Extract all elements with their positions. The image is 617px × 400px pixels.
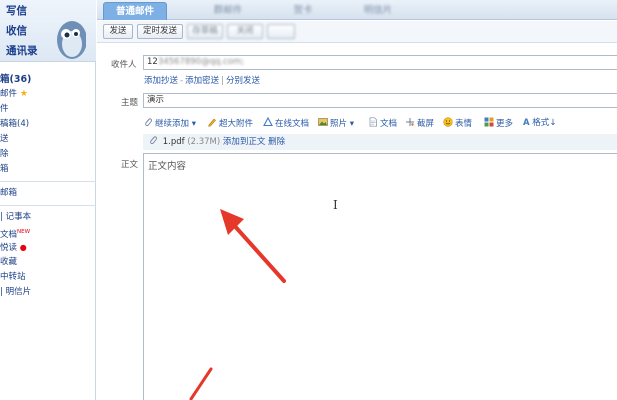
tab-greeting-card[interactable]: 贺卡 (283, 2, 323, 20)
text-cursor-icon: I (333, 198, 338, 212)
new-badge: NEW (17, 229, 31, 235)
more-button[interactable] (267, 24, 295, 39)
red-arrow-annotation (220, 209, 286, 283)
delete-attachment-link[interactable]: 删除 (268, 137, 285, 147)
editor-toolbar: 继续添加 ▾ 超大附件 在线文档 照片 ▾ 文档 截屏 表情 更多 A 格式↓ (143, 115, 617, 131)
tool-postcard[interactable]: | 明信片 (0, 285, 96, 300)
close-button[interactable]: 关闭 (227, 24, 263, 39)
contacts-link[interactable]: 通讯录 (6, 43, 38, 58)
attachment-row: 1.pdf (2.37M) 添加到正文 删除 (143, 134, 617, 150)
tool-favorites[interactable]: 收藏 (0, 255, 96, 270)
tool-documents[interactable]: 文档NEW (0, 225, 96, 240)
attachment-size: (2.37M) (187, 137, 221, 147)
tab-postcard[interactable]: 明信片 (353, 2, 403, 20)
emoji-button[interactable]: 表情 (443, 117, 472, 129)
compose-panel: 普通邮件 群邮件 贺卡 明信片 发送 定时发送 存草稿 关闭 收件人 12345… (97, 0, 617, 400)
folder-spam[interactable]: 箱 (0, 162, 96, 177)
scissors-icon (406, 118, 414, 126)
smiley-icon (443, 117, 453, 127)
folder-inbox[interactable]: 箱(36) (0, 72, 96, 87)
tool-notepad[interactable]: | 记事本 (0, 210, 96, 225)
to-label: 收件人 (111, 60, 137, 70)
folder-drafts[interactable]: 稿箱(4) (0, 117, 96, 132)
subject-label: 主题 (121, 98, 139, 108)
save-draft-button[interactable]: 存草稿 (187, 24, 223, 39)
penguin-mascot-icon (57, 21, 86, 59)
folder-other-mailbox[interactable]: 邮箱 (0, 186, 96, 201)
attachment-name: 1.pdf (162, 137, 185, 147)
recipient-options: 添加抄送 - 添加密送 | 分别发送 (144, 76, 260, 86)
format-button[interactable]: A 格式↓ (523, 117, 556, 129)
tool-reader[interactable]: 悦读 ● (0, 240, 96, 255)
folder-sent[interactable]: 送 (0, 132, 96, 147)
font-a-icon: A (523, 118, 530, 128)
large-attachment-button[interactable]: 超大附件 (207, 117, 253, 129)
divider (0, 181, 96, 182)
add-bcc-link[interactable]: 添加密送 (185, 76, 219, 86)
compose-link[interactable]: 写信 (6, 3, 27, 18)
online-doc-button[interactable]: 在线文档 (263, 117, 309, 129)
sidebar-header: 写信 收信 通讯录 (0, 0, 96, 62)
red-arrow-annotation-lower (189, 367, 213, 400)
folder-group-mail[interactable]: 件 (0, 102, 96, 117)
folder-starred[interactable]: 邮件 ★ (0, 87, 96, 102)
recipient-input[interactable]: 1234567890@qq.com; (143, 55, 617, 70)
body-text: 正文内容 (148, 161, 187, 172)
pencil-attach-icon (208, 118, 216, 127)
inbox-link[interactable]: 收信 (6, 23, 27, 38)
separate-send-link[interactable]: 分别发送 (226, 76, 260, 86)
paperclip-icon (150, 136, 158, 145)
triangle-doc-icon (263, 117, 273, 127)
tab-group-mail[interactable]: 群邮件 (203, 2, 253, 20)
photo-button[interactable]: 照片 ▾ (318, 117, 354, 129)
body-label: 正文 (121, 160, 139, 170)
send-button[interactable]: 发送 (103, 24, 133, 39)
grid-more-icon (484, 117, 494, 127)
tool-file-transfer[interactable]: 中转站 (0, 270, 96, 285)
add-cc-link[interactable]: 添加抄送 (144, 76, 178, 86)
tab-bar: 普通邮件 群邮件 贺卡 明信片 (97, 0, 617, 20)
insert-into-body-link[interactable]: 添加到正文 (223, 137, 266, 147)
sidebar: 写信 收信 通讯录 箱(36) 邮件 ★ 件 稿箱(4) 送 除 箱 邮箱 | … (0, 0, 96, 400)
paperclip-icon (145, 118, 153, 127)
screenshot-button[interactable]: 截屏 (405, 117, 434, 129)
tab-normal-mail[interactable]: 普通邮件 (103, 2, 167, 20)
subject-input[interactable]: 演示 (143, 93, 617, 108)
continue-attach-button[interactable]: 继续添加 ▾ (143, 117, 196, 129)
more-tools-button[interactable]: 更多 (484, 117, 513, 129)
schedule-send-button[interactable]: 定时发送 (137, 24, 183, 39)
divider (0, 205, 96, 206)
star-icon: ★ (17, 89, 28, 99)
document-icon (369, 117, 377, 127)
unread-dot-icon: ● (19, 243, 27, 252)
document-button[interactable]: 文档 (368, 117, 397, 129)
compose-toolbar: 发送 定时发送 存草稿 关闭 (97, 21, 617, 43)
photo-icon (318, 118, 328, 126)
folder-deleted[interactable]: 除 (0, 147, 96, 162)
folder-list: 箱(36) 邮件 ★ 件 稿箱(4) 送 除 箱 邮箱 | 记事本 文档NEW … (0, 72, 96, 300)
